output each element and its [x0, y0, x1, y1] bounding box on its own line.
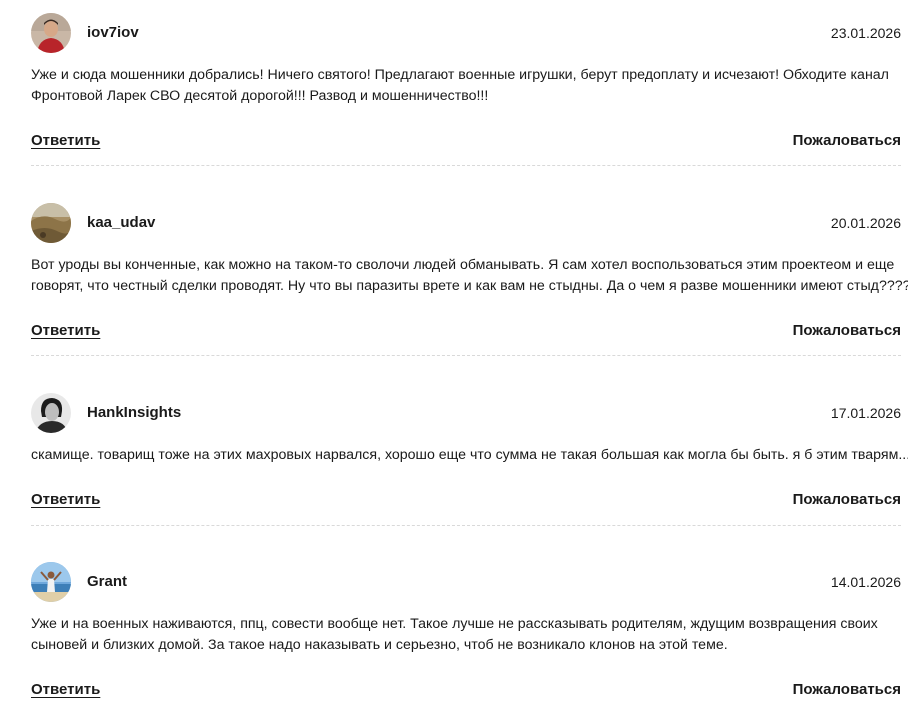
- user-photo-red-shirt-icon: [31, 13, 71, 53]
- comment-item: kaa_udav 20.01.2026 Вот уроды вы конченн…: [31, 203, 908, 356]
- comment-text-line: Уже и сюда мошенники добрались! Ничего с…: [31, 67, 889, 83]
- avatar[interactable]: [31, 562, 71, 602]
- comment-text-line: говорят, что честный сделки проводят. Ну…: [31, 278, 908, 294]
- comment-date: 17.01.2026: [830, 405, 901, 421]
- comment-text-line: сыновей и близких домой. За такое надо н…: [31, 637, 728, 653]
- comment-date: 20.01.2026: [830, 215, 901, 231]
- comment-divider: [31, 525, 901, 526]
- comment-header: Grant 14.01.2026: [31, 562, 901, 602]
- comments-list: iov7iov 23.01.2026 Уже и сюда мошенники …: [0, 0, 908, 714]
- report-button[interactable]: Пожаловаться: [793, 680, 901, 700]
- reply-button[interactable]: Ответить: [31, 131, 100, 151]
- reply-button[interactable]: Ответить: [31, 680, 100, 700]
- comment-text: Уже и на военных наживаются, ппц, совест…: [31, 614, 901, 656]
- comment-text: Вот уроды вы конченные, как можно на так…: [31, 255, 908, 297]
- comment-divider: [31, 165, 901, 166]
- comment-text-line: Фронтовой Ларек СВО десятой дорогой!!! Р…: [31, 88, 489, 104]
- avatar[interactable]: [31, 13, 71, 53]
- comment-actions: Ответить Пожаловаться: [31, 490, 901, 510]
- report-button[interactable]: Пожаловаться: [793, 131, 901, 151]
- comment-date: 14.01.2026: [830, 574, 901, 590]
- comment-actions: Ответить Пожаловаться: [31, 131, 901, 151]
- comment-text-line: Уже и на военных наживаются, ппц, совест…: [31, 616, 878, 632]
- comment-username: Grant: [87, 573, 128, 590]
- comment-username: kaa_udav: [87, 214, 156, 231]
- comment-text-line: Вот уроды вы конченные, как можно на так…: [31, 257, 895, 273]
- comment-item: iov7iov 23.01.2026 Уже и сюда мошенники …: [31, 13, 901, 166]
- report-button[interactable]: Пожаловаться: [793, 490, 901, 510]
- comment-item: HankInsights 17.01.2026 скамище. товарищ…: [31, 393, 908, 526]
- comment-actions: Ответить Пожаловаться: [31, 321, 901, 341]
- comment-username: iov7iov: [87, 24, 139, 41]
- user-photo-landscape-icon: [31, 203, 71, 243]
- comment-header: HankInsights 17.01.2026: [31, 393, 901, 433]
- comment-text-line: скамище. товарищ тоже на этих махровых н…: [31, 447, 908, 463]
- comment-text: Уже и сюда мошенники добрались! Ничего с…: [31, 65, 901, 107]
- comment-item: Grant 14.01.2026 Уже и на военных нажива…: [31, 562, 901, 698]
- user-photo-beach-icon: [31, 562, 71, 602]
- report-button[interactable]: Пожаловаться: [793, 321, 901, 341]
- avatar[interactable]: [31, 393, 71, 433]
- reply-button[interactable]: Ответить: [31, 321, 100, 341]
- user-photo-bw-portrait-icon: [31, 393, 71, 433]
- reply-button[interactable]: Ответить: [31, 490, 100, 510]
- avatar[interactable]: [31, 203, 71, 243]
- comment-actions: Ответить Пожаловаться: [31, 680, 901, 700]
- comment-divider: [31, 355, 901, 356]
- comment-text: скамище. товарищ тоже на этих махровых н…: [31, 445, 908, 466]
- comment-header: iov7iov 23.01.2026: [31, 13, 901, 53]
- comment-username: HankInsights: [87, 404, 182, 421]
- comment-header: kaa_udav 20.01.2026: [31, 203, 901, 243]
- comment-date: 23.01.2026: [830, 25, 901, 41]
